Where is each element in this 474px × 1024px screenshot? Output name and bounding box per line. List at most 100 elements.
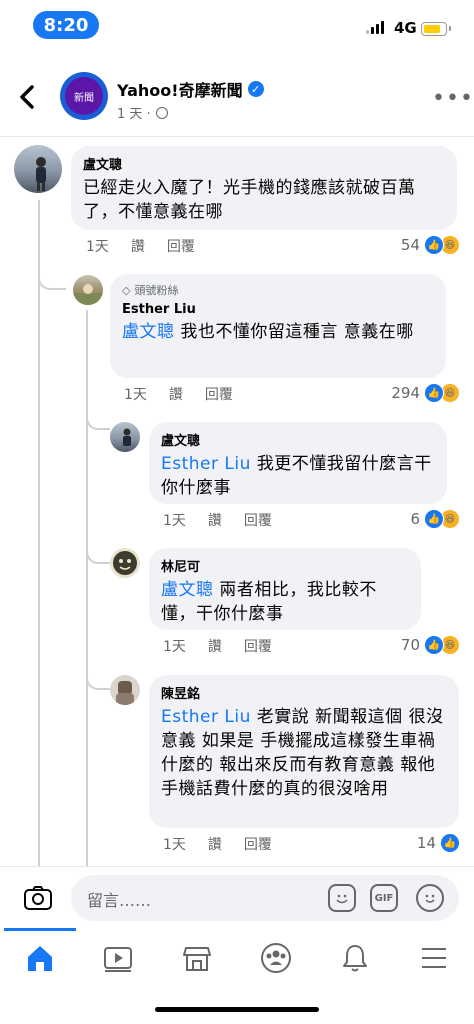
reaction-count: 70 xyxy=(400,636,420,654)
like-button[interactable]: 讚 xyxy=(208,834,222,854)
comment-author[interactable]: 林尼可 xyxy=(161,556,409,575)
globe-icon xyxy=(155,106,168,119)
reply-button[interactable]: 回覆 xyxy=(167,236,195,256)
reaction-summary[interactable]: 6 👍 😆 xyxy=(410,509,460,529)
tab-menu[interactable] xyxy=(414,940,454,976)
home-indicator[interactable] xyxy=(155,1007,319,1012)
comment-bubble[interactable]: 盧文聰 Esther Liu 我更不懂我留什麼言干你什麼事 xyxy=(149,422,447,504)
page-name-row[interactable]: Yahoo!奇摩新聞 ✓ xyxy=(117,77,264,101)
comment-bubble[interactable]: 盧文聰 已經走火入魔了！光手機的錢應該就破百萬了，不懂意義在哪 xyxy=(71,146,457,230)
like-button[interactable]: 讚 xyxy=(131,236,145,256)
tab-marketplace[interactable] xyxy=(177,940,217,976)
gif-icon[interactable]: GIF xyxy=(370,884,398,912)
comment-time[interactable]: 1天 xyxy=(124,384,147,404)
comment-actions: 1天 讚 回覆 xyxy=(163,636,272,656)
tab-watch[interactable] xyxy=(98,940,138,976)
comment-author[interactable]: 盧文聰 xyxy=(83,154,445,173)
mention-link[interactable]: 盧文聰 xyxy=(161,580,214,600)
comment-author[interactable]: 盧文聰 xyxy=(161,430,435,449)
comment-text: 已經走火入魔了！光手機的錢應該就破百萬了，不懂意義在哪 xyxy=(83,178,416,222)
like-icon: 👍 xyxy=(424,635,444,655)
reply-button[interactable]: 回覆 xyxy=(244,636,272,656)
thread-line xyxy=(86,310,88,866)
like-button[interactable]: 讚 xyxy=(208,636,222,656)
comment-text: Esther Liu 我更不懂我留什麼言干你什麼事 xyxy=(161,452,435,500)
thread-connector xyxy=(38,270,66,290)
network-label: 4G xyxy=(394,19,417,37)
more-icon[interactable]: ••• xyxy=(432,86,474,111)
reaction-count: 6 xyxy=(410,510,420,528)
watch-icon xyxy=(104,947,132,972)
notifications-icon xyxy=(343,945,367,972)
comment-time[interactable]: 1天 xyxy=(163,510,186,530)
thread-connector xyxy=(86,544,110,564)
header-divider xyxy=(0,136,474,137)
marketplace-icon xyxy=(183,947,211,971)
top-fan-badge: ◇ 頭號粉絲 xyxy=(122,282,434,298)
mention-link[interactable]: 盧文聰 xyxy=(122,322,175,342)
comment-text: Esther Liu 老實說 新聞報這個 很沒意義 如果是 手機擺成這樣發生車禍… xyxy=(161,705,447,801)
battery-icon xyxy=(421,22,451,36)
page-avatar[interactable]: 新聞 xyxy=(60,72,108,120)
mention-link[interactable]: Esther Liu xyxy=(161,454,251,474)
comment-bubble[interactable]: 林尼可 盧文聰 兩者相比，我比較不懂，干你什麼事 xyxy=(149,548,421,630)
comment-author[interactable]: 陳昱銘 xyxy=(161,683,447,702)
groups-icon xyxy=(261,943,291,973)
thread-connector xyxy=(86,670,110,690)
camera-icon[interactable] xyxy=(22,882,54,914)
comment-time[interactable]: 1天 xyxy=(86,236,109,256)
tab-home[interactable] xyxy=(20,940,60,976)
reply-button[interactable]: 回覆 xyxy=(244,834,272,854)
avatar[interactable] xyxy=(110,422,140,452)
tab-notifications[interactable] xyxy=(335,940,375,976)
like-icon: 👍 xyxy=(440,833,460,853)
post-meta: 1 天 · xyxy=(117,103,168,122)
page-avatar-text: 新聞 xyxy=(65,77,103,115)
back-icon[interactable] xyxy=(18,83,36,118)
avatar[interactable] xyxy=(110,675,140,705)
thread-line xyxy=(38,200,40,866)
like-icon: 👍 xyxy=(424,235,444,255)
reaction-summary[interactable]: 54 👍 😆 xyxy=(401,235,460,255)
page-name[interactable]: Yahoo!奇摩新聞 xyxy=(117,77,243,101)
reaction-count: 294 xyxy=(391,384,420,402)
avatar[interactable] xyxy=(14,145,62,193)
reaction-count: 14 xyxy=(416,834,436,852)
sticker-icon[interactable] xyxy=(328,884,356,912)
verified-icon: ✓ xyxy=(247,81,264,97)
comment-placeholder[interactable]: 留言…… xyxy=(87,887,151,911)
comment-bubble[interactable]: ◇ 頭號粉絲 Esther Liu 盧文聰 我也不懂你留這種言 意義在哪 xyxy=(110,274,446,378)
status-time: 8:20 xyxy=(33,11,99,39)
post-time[interactable]: 1 天 · xyxy=(117,103,151,122)
reaction-summary[interactable]: 14 👍 xyxy=(417,833,460,853)
avatar[interactable] xyxy=(110,548,140,578)
like-button[interactable]: 讚 xyxy=(208,510,222,530)
comment-actions: 1天 讚 回覆 xyxy=(163,834,272,854)
comment-time[interactable]: 1天 xyxy=(163,834,186,854)
diamond-icon: ◇ xyxy=(122,283,131,297)
mention-link[interactable]: Esther Liu xyxy=(161,707,251,727)
comment-text: 盧文聰 我也不懂你留這種言 意義在哪 xyxy=(122,320,434,344)
top-fan-label: 頭號粉絲 xyxy=(134,284,179,297)
comment-author[interactable]: Esther Liu xyxy=(122,302,434,317)
reaction-summary[interactable]: 70 👍 😆 xyxy=(401,635,460,655)
reply-button[interactable]: 回覆 xyxy=(205,384,233,404)
comment-bubble[interactable]: 陳昱銘 Esther Liu 老實說 新聞報這個 很沒意義 如果是 手機擺成這樣… xyxy=(149,675,459,828)
signal-icon xyxy=(366,21,384,34)
emoji-icon[interactable] xyxy=(416,884,444,912)
comment-actions: 1天 讚 回覆 xyxy=(86,236,195,256)
comment-actions: 1天 讚 回覆 xyxy=(124,384,233,404)
like-button[interactable]: 讚 xyxy=(169,384,183,404)
comment-time[interactable]: 1天 xyxy=(163,636,186,656)
thread-connector xyxy=(86,410,110,430)
tab-groups[interactable] xyxy=(256,940,296,976)
like-icon: 👍 xyxy=(424,509,444,529)
composer-divider xyxy=(0,866,474,867)
avatar[interactable] xyxy=(73,275,103,305)
comment-text: 盧文聰 兩者相比，我比較不懂，干你什麼事 xyxy=(161,578,409,626)
menu-icon xyxy=(422,948,446,968)
reply-button[interactable]: 回覆 xyxy=(244,510,272,530)
active-tab-indicator xyxy=(4,928,76,931)
comment-body: 我也不懂你留這種言 意義在哪 xyxy=(180,322,414,342)
reaction-summary[interactable]: 294 👍 😆 xyxy=(391,383,460,403)
